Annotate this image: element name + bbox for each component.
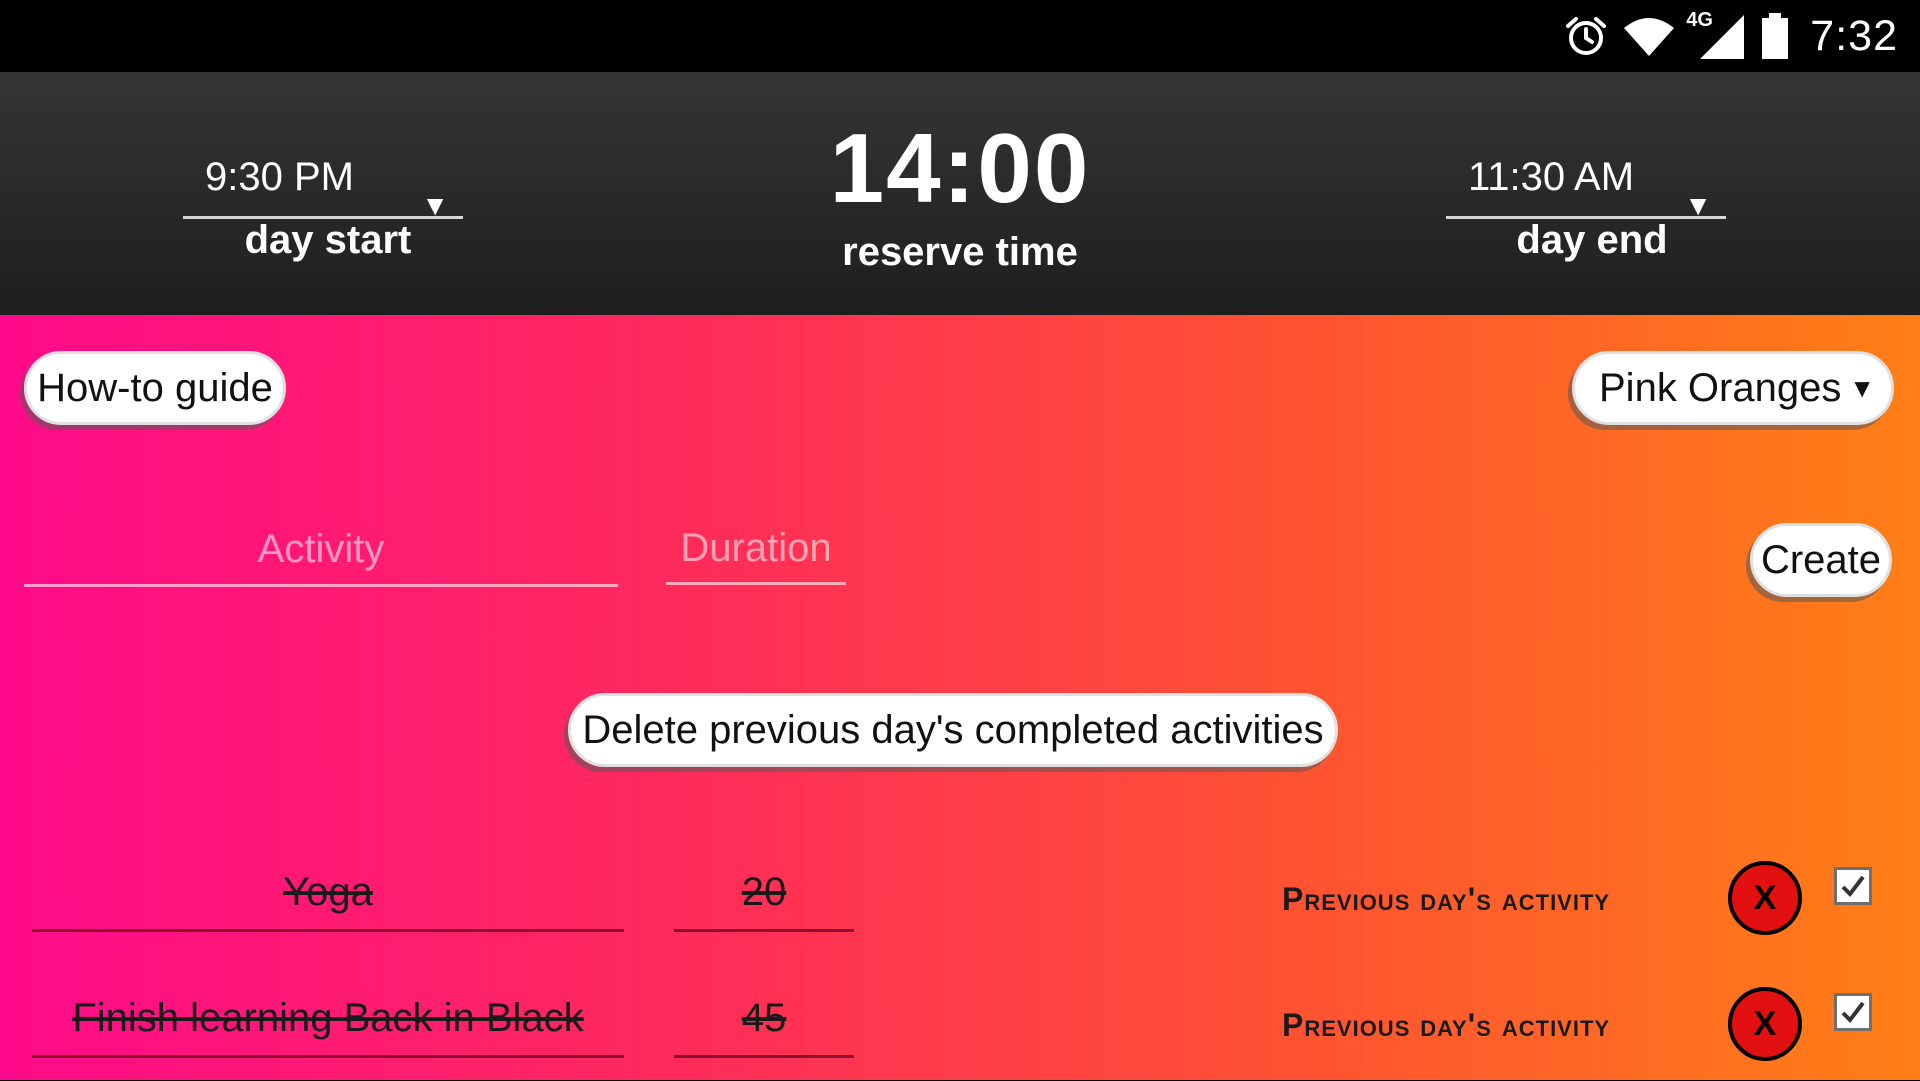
day-end-label: day end: [1516, 218, 1668, 262]
theme-select-value: Pink Oranges: [1599, 365, 1842, 410]
howto-guide-button[interactable]: How-to guide: [24, 351, 286, 425]
check-icon: [1841, 1001, 1865, 1024]
reserve-time-value: 14:00: [829, 113, 1091, 223]
delete-completed-button[interactable]: Delete previous day's completed activiti…: [568, 693, 1338, 767]
activity-input[interactable]: [24, 515, 618, 587]
status-bar: 4G 7:32: [0, 0, 1920, 72]
battery-icon: [1760, 12, 1790, 60]
day-end-value: 11:30 AM: [1468, 155, 1635, 199]
main-panel: How-to guide Pink Oranges ▼ Create Delet…: [0, 315, 1920, 1080]
status-clock: 7:32: [1810, 11, 1898, 60]
day-start-label: day start: [244, 218, 412, 262]
dropdown-arrow-icon: ▼: [1849, 372, 1875, 403]
signal-icon: 4G: [1686, 9, 1746, 61]
check-icon: [1841, 875, 1865, 898]
time-header: 9:30 PM ▼ day start 14:00 reserve time 1…: [0, 72, 1920, 315]
complete-checkbox[interactable]: [1834, 993, 1872, 1031]
activity-name[interactable]: Finish learning Back in Black: [32, 981, 624, 1058]
day-start-select[interactable]: 9:30 PM ▼: [183, 134, 463, 221]
activity-status: Previous day's activity: [1282, 881, 1611, 917]
reserve-time-label: reserve time: [842, 230, 1078, 274]
create-button[interactable]: Create: [1750, 523, 1892, 597]
day-start-value: 9:30 PM: [205, 155, 354, 199]
activity-duration[interactable]: 45: [674, 981, 854, 1058]
duration-input[interactable]: [666, 515, 846, 585]
complete-checkbox[interactable]: [1834, 867, 1872, 905]
theme-select[interactable]: Pink Oranges ▼: [1572, 351, 1894, 425]
wifi-icon: [1622, 14, 1676, 58]
remove-activity-button[interactable]: X: [1728, 987, 1802, 1061]
alarm-icon: [1564, 14, 1608, 58]
day-end-select[interactable]: 11:30 AM ▼: [1446, 134, 1726, 221]
network-type: 4G: [1686, 9, 1713, 31]
activity-row: Finish learning Back in Black 45 Previou…: [0, 981, 1920, 1081]
status-icons: 4G 7:32: [1564, 0, 1898, 72]
activity-status: Previous day's activity: [1282, 1007, 1611, 1043]
remove-activity-button[interactable]: X: [1728, 861, 1802, 935]
activity-name[interactable]: Yoga: [32, 855, 624, 932]
activity-row: Yoga 20 Previous day's activity X: [0, 855, 1920, 955]
activity-duration[interactable]: 20: [674, 855, 854, 932]
